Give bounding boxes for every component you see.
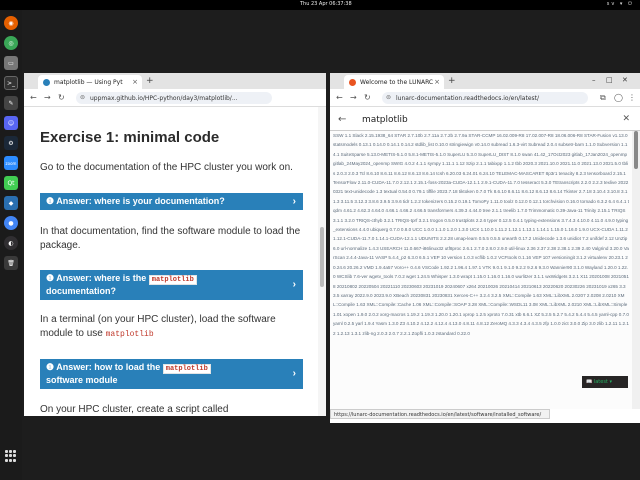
tab-title: Welcome to the LUNARC <box>360 79 434 86</box>
zoom-icon[interactable]: zoom <box>4 156 18 170</box>
answer-dropdown-load-module[interactable]: ❶ Answer: how to load the matplotlib sof… <box>40 359 303 389</box>
page-favicon-icon <box>349 79 356 86</box>
answer-dropdown-documentation[interactable]: ❶ Answer: where is your documentation? › <box>40 193 303 210</box>
dock: ◉ ◎ ▭ >_ ✎ ☺ ⚙ zoom Qt ◆ ● ◐ 🗑 <box>0 10 22 480</box>
extensions-icon[interactable]: ⧉ <box>600 93 606 103</box>
find-back-icon[interactable]: ← <box>338 114 346 125</box>
chevron-right-icon[interactable]: › <box>293 279 296 290</box>
maximize-icon[interactable]: □ <box>606 76 613 84</box>
scrollbar[interactable] <box>318 107 326 416</box>
page-favicon-icon <box>43 79 50 86</box>
paragraph-3-code: matplotlib <box>105 330 154 339</box>
system-tray[interactable]: sv ▾ ⏻ <box>607 1 634 7</box>
forward-icon[interactable]: → <box>44 93 51 102</box>
paragraph-4: On your HPC cluster, create a script cal… <box>40 404 229 415</box>
version-label: latest ▾ <box>593 379 612 385</box>
lock-icon: ⊜ <box>386 94 392 101</box>
url-text: uppmax.github.io/HPC-python/day3/matplot… <box>90 95 238 102</box>
url-text: lunarc-documentation.readthedocs.io/en/l… <box>396 95 540 102</box>
scrollbar[interactable] <box>632 131 640 409</box>
nav-bar: ← → ↻ ⊜ uppmax.github.io/HPC-python/day3… <box>24 89 326 107</box>
answer-2-label-post: documentation? <box>46 286 116 296</box>
tab-strip: Welcome to the LUNARC × + – □ ✕ <box>330 73 640 89</box>
close-window-icon[interactable]: ✕ <box>622 76 628 84</box>
answer-3-code: matplotlib <box>162 364 211 374</box>
paragraph-3: In a terminal (on your HPC cluster), loa… <box>40 313 310 342</box>
chrome-icon[interactable]: ● <box>4 216 18 230</box>
software-list: SSW 1.1 Slack 2.15.1938_64 STAR 2.7.10b … <box>330 131 632 409</box>
back-icon[interactable]: ← <box>336 93 343 102</box>
chevron-right-icon[interactable]: › <box>293 368 296 379</box>
answer-dropdown-matplotlib-docs[interactable]: ❶ Answer: where is the matplotlib docume… <box>40 270 303 300</box>
nav-bar: ← → ↻ ⊜ lunarc-documentation.readthedocs… <box>330 89 640 107</box>
profile-icon[interactable]: ◯ <box>614 93 623 102</box>
book-icon: 📖 <box>586 379 594 385</box>
answer-3-label-post: software module <box>46 375 118 385</box>
qt-icon[interactable]: Qt <box>4 176 18 190</box>
editor-alt-icon[interactable]: ◆ <box>4 196 18 210</box>
close-tab-icon[interactable]: × <box>132 78 138 86</box>
answer-3-label-pre: Answer: how to load the <box>56 362 163 372</box>
editor-icon[interactable]: ✎ <box>4 96 18 110</box>
status-bar-url: https://lunarc-documentation.readthedocs… <box>330 409 550 419</box>
tab-strip: matplotlib — Using Pyt × + <box>24 73 326 89</box>
clock[interactable]: Thu 23 Apr 06:37:38 <box>300 1 352 7</box>
show-apps-icon[interactable] <box>5 450 17 462</box>
paragraph-1: Go to the documentation of the HPC clust… <box>40 162 293 173</box>
address-bar[interactable]: ⊜ uppmax.github.io/HPC-python/day3/matpl… <box>76 92 272 104</box>
info-icon: ❶ <box>46 362 57 372</box>
find-bar: ← matplotlib ✕ <box>330 111 640 131</box>
new-tab-icon[interactable]: + <box>448 76 456 86</box>
menu-icon[interactable]: ⋮ <box>628 93 636 102</box>
close-tab-icon[interactable]: × <box>434 78 440 86</box>
back-icon[interactable]: ← <box>30 93 37 102</box>
info-icon: ❶ <box>46 273 57 283</box>
trash-icon[interactable]: 🗑 <box>4 256 18 270</box>
obs-icon[interactable]: ◐ <box>4 236 18 250</box>
paragraph-3-text: In a terminal (on your HPC cluster), loa… <box>40 314 276 339</box>
find-close-icon[interactable]: ✕ <box>622 114 630 124</box>
forward-icon[interactable]: → <box>350 93 357 102</box>
reload-icon[interactable]: ↻ <box>364 93 371 102</box>
page-content: Exercise 1: minimal code Go to the docum… <box>24 107 318 416</box>
answer-1-label: Answer: where is your documentation? <box>56 196 225 206</box>
reload-icon[interactable]: ↻ <box>58 93 65 102</box>
files-icon[interactable]: ▭ <box>4 56 18 70</box>
paragraph-2: In that documentation, find the software… <box>40 226 301 251</box>
steam-icon[interactable]: ⚙ <box>4 136 18 150</box>
system-top-bar: Thu 23 Apr 06:37:38 sv ▾ ⏻ <box>0 0 640 10</box>
answer-2-label-pre: Answer: where is the <box>56 273 149 283</box>
info-icon: ❶ <box>46 196 57 206</box>
find-input[interactable]: matplotlib <box>362 115 408 125</box>
page-title: Exercise 1: minimal code <box>40 129 220 146</box>
tab-matplotlib[interactable]: matplotlib — Using Pyt × <box>38 75 142 89</box>
terminal-icon[interactable]: >_ <box>4 76 18 90</box>
address-bar[interactable]: ⊜ lunarc-documentation.readthedocs.io/en… <box>382 92 588 104</box>
readthedocs-version-badge[interactable]: 📖 latest ▾ <box>582 376 628 388</box>
chevron-right-icon[interactable]: › <box>293 196 296 207</box>
software-list-text: SSW 1.1 Slack 2.15.1938_64 STAR 2.7.10b … <box>333 133 629 336</box>
left-browser-window: matplotlib — Using Pyt × + ← → ↻ ⊜ uppma… <box>24 73 326 416</box>
answer-2-code: matplotlib <box>148 275 197 285</box>
firefox-icon[interactable]: ◉ <box>4 16 18 30</box>
chromium-icon[interactable]: ◎ <box>4 36 18 50</box>
minimize-icon[interactable]: – <box>592 76 596 84</box>
discord-icon[interactable]: ☺ <box>4 116 18 130</box>
right-browser-window: Welcome to the LUNARC × + – □ ✕ ← → ↻ ⊜ … <box>330 73 640 423</box>
new-tab-icon[interactable]: + <box>146 76 154 86</box>
tab-lunarc[interactable]: Welcome to the LUNARC × <box>344 75 444 89</box>
tab-title: matplotlib — Using Pyt <box>54 79 123 86</box>
scrollbar-thumb[interactable] <box>634 131 638 169</box>
lock-icon: ⊜ <box>80 94 86 101</box>
scrollbar-thumb[interactable] <box>320 227 324 287</box>
